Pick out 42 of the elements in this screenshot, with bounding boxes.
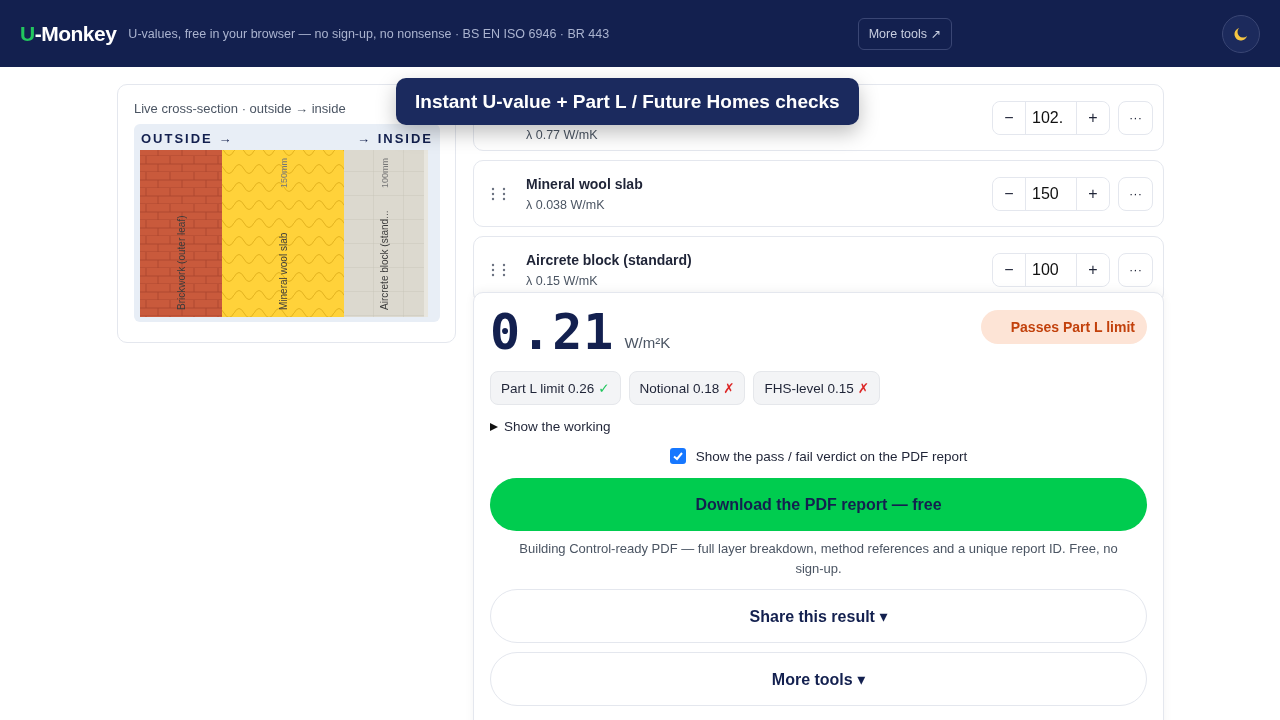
layer-label: Aircrete block (stand... xyxy=(379,210,390,310)
verdict-badge: Passes Part L limit xyxy=(980,310,1147,344)
more-tools-button[interactable]: More tools ↗ xyxy=(857,17,952,50)
drag-handle-icon[interactable] xyxy=(490,186,508,201)
thickness-label: 150mm xyxy=(279,158,289,188)
thickness-stepper[interactable]: − 100 + xyxy=(992,252,1110,287)
check-chip: Notional 0.18 ✗ xyxy=(628,371,746,405)
drag-handle-icon[interactable] xyxy=(490,262,508,277)
thickness-stepper[interactable]: − 150 + xyxy=(992,176,1110,211)
theme-toggle-button[interactable] xyxy=(1222,14,1260,53)
layer-label: Brickwork (outer leaf) xyxy=(176,215,187,310)
layer-conductivity: λ 0.15 W/mK xyxy=(526,273,599,288)
thickness-input[interactable]: 150 xyxy=(1025,177,1077,210)
more-options-button[interactable]: ··· xyxy=(1118,252,1153,287)
more-tools-dropdown[interactable]: More tools ▾ xyxy=(490,652,1147,706)
layer-conductivity: λ 0.77 W/mK xyxy=(526,127,599,142)
check-chip: Part L limit 0.26 ✓ xyxy=(490,371,621,405)
layer-label: Mineral wool slab xyxy=(278,232,289,310)
banner: Instant U-value + Part L / Future Homes checks xyxy=(396,78,859,125)
layer-conductivity: λ 0.038 W/mK xyxy=(526,197,606,212)
thickness-input[interactable]: 102. xyxy=(1025,101,1077,134)
more-options-button[interactable]: ··· xyxy=(1118,100,1153,135)
download-note: Building Control-ready PDF — full layer breakdown, method references and a unique report ID. Free, no sign-up. xyxy=(518,540,1119,578)
checkbox[interactable] xyxy=(669,448,686,464)
layer-name: Aircrete block (standard) xyxy=(526,251,693,268)
thickness-stepper[interactable]: − 102. + xyxy=(992,100,1110,135)
checkbox-label: Show the pass / fail verdict on the PDF report xyxy=(695,448,968,464)
thickness-label: 100mm xyxy=(380,158,390,188)
layer-name: Mineral wool slab xyxy=(526,175,644,192)
share-button[interactable]: Share this result ▾ xyxy=(490,589,1147,643)
caret-icon xyxy=(490,422,498,431)
inside-label: → INSIDE xyxy=(357,131,433,146)
show-working-toggle[interactable]: Show the working xyxy=(490,419,611,434)
outside-label: OUTSIDE → xyxy=(141,131,234,146)
download-button[interactable]: Download the PDF report — free xyxy=(490,478,1147,531)
check-chip: FHS-level 0.15 ✗ xyxy=(753,371,881,405)
u-value: 0.21 xyxy=(490,307,615,357)
u-value-unit: W/m²K xyxy=(624,334,671,353)
tagline: U-values, free in your browser — no sign-up, no nonsense · BS EN ISO 6946 · BR 443 xyxy=(128,26,611,41)
more-options-button[interactable]: ··· xyxy=(1118,176,1153,211)
thickness-input[interactable]: 100 xyxy=(1025,253,1077,286)
logo[interactable]: U-Monkey xyxy=(20,21,117,46)
